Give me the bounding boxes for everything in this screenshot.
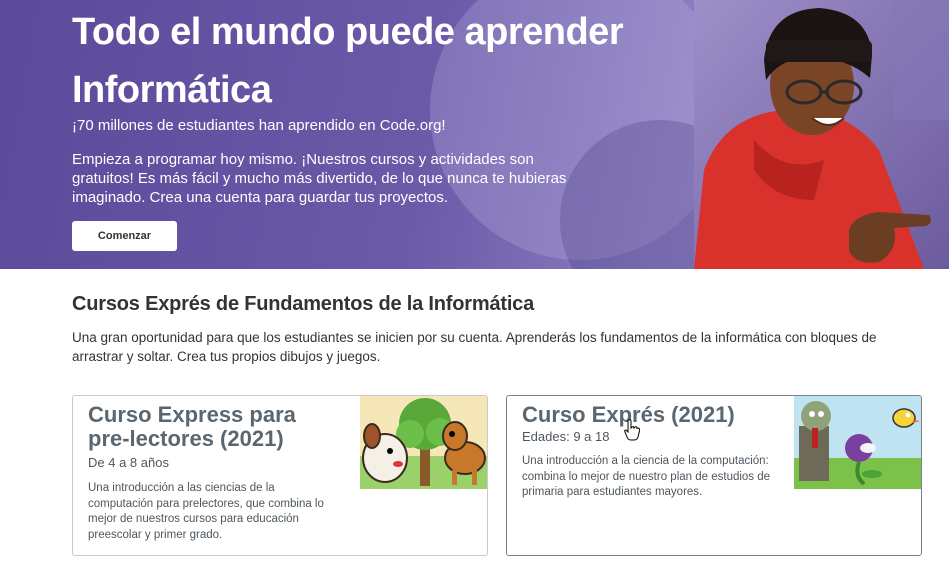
course-card-age: Edades: 9 a 18 <box>522 429 610 444</box>
hero-stat: ¡70 millones de estudiantes han aprendid… <box>72 117 446 134</box>
hero-description: Empieza a programar hoy mismo. ¡Nuestros… <box>72 151 567 206</box>
hero-student-photo <box>694 0 949 269</box>
course-card-description: Una introducción a las ciencias de la co… <box>88 482 324 541</box>
course-card-prereaders[interactable]: Curso Express para pre-lectores (2021) D… <box>72 395 488 556</box>
course-card-image <box>794 396 921 489</box>
course-card-image <box>360 396 487 489</box>
course-card-description: Una introducción a la ciencia de la comp… <box>522 455 771 498</box>
course-card-title[interactable]: Curso Exprés (2021) <box>522 403 802 427</box>
course-card-title[interactable]: Curso Express para pre-lectores (2021) <box>88 403 338 451</box>
hero-title: Todo el mundo puede aprender Informática <box>72 11 624 111</box>
hero-banner: Todo el mundo puede aprender Informática… <box>0 0 949 269</box>
section-description: Una gran oportunidad para que los estudi… <box>72 330 877 364</box>
course-card-age: De 4 a 8 años <box>88 455 169 470</box>
start-button[interactable]: Comenzar <box>72 221 177 251</box>
hand-cursor-icon <box>624 419 641 446</box>
section-title: Cursos Exprés de Fundamentos de la Infor… <box>72 293 535 315</box>
course-card-express[interactable]: Curso Exprés (2021) Edades: 9 a 18 Una i… <box>506 395 922 556</box>
